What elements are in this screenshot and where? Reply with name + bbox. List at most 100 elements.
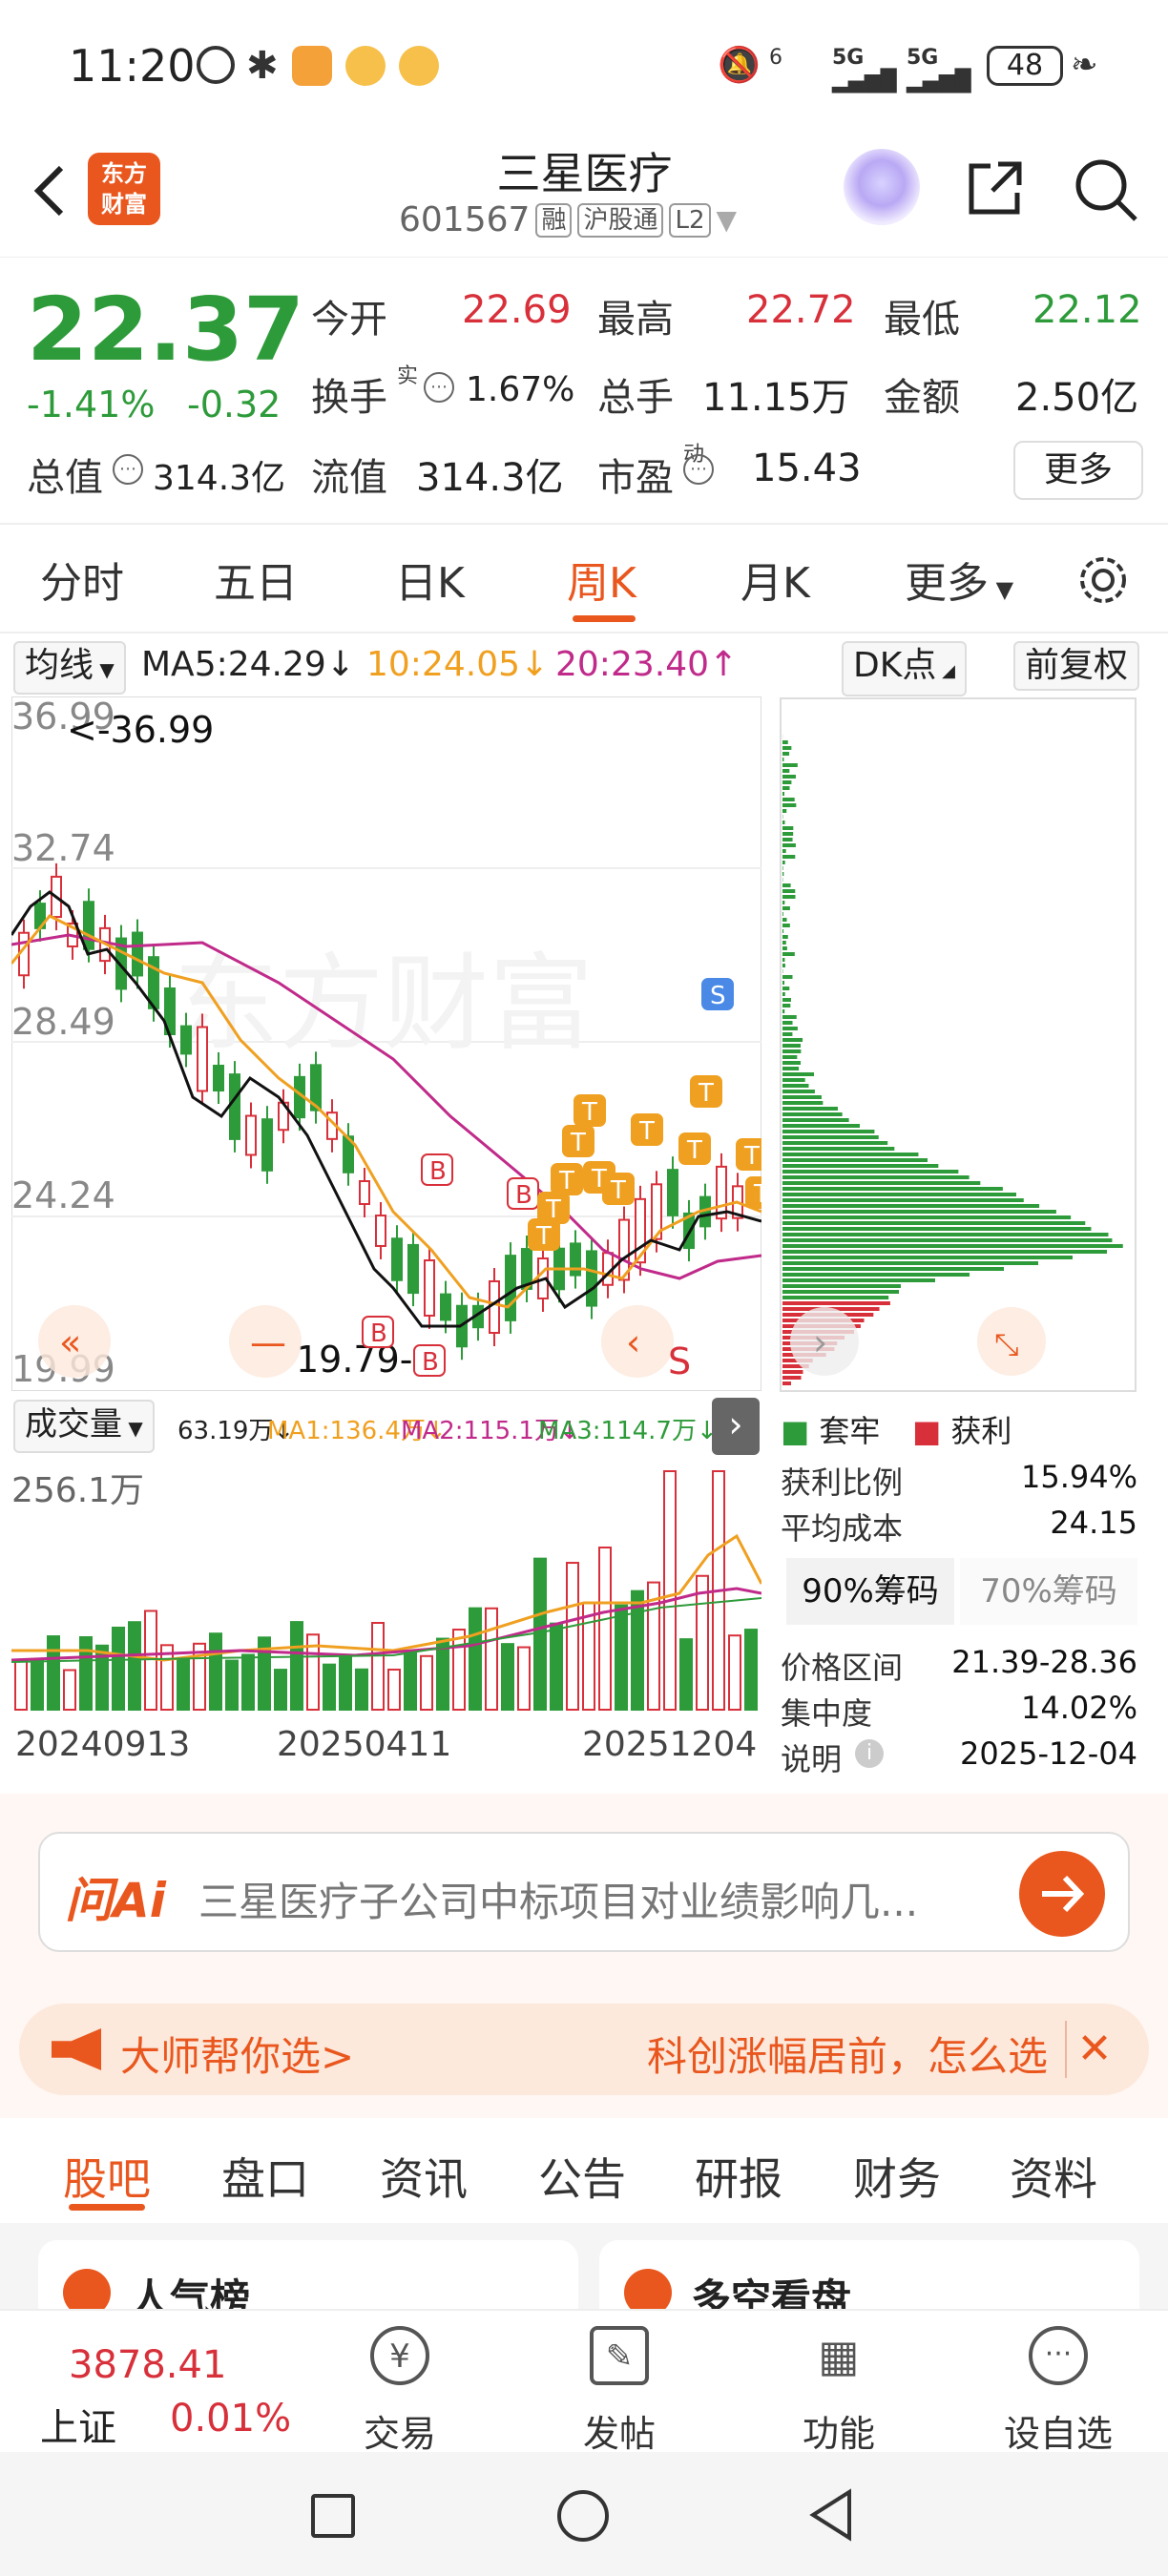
chip-bar <box>782 1227 1092 1231</box>
tab-five-day[interactable]: 五日 <box>214 549 298 610</box>
popularity-card[interactable]: 人气榜 <box>38 2240 578 2322</box>
sim1-label: 5G <box>832 46 865 70</box>
bottom-toolbar: 3878.41 上证 0.01% ¥ 交易 ✎ 发帖 ▦ 功能 ··· 设自选 <box>0 2309 1168 2455</box>
volume-bar <box>566 1562 579 1711</box>
trade-button[interactable]: ¥ 交易 <box>328 2311 471 2455</box>
info-icon[interactable]: ⋯ <box>683 454 714 485</box>
indicator-selector[interactable]: 成交量 ▼ <box>13 1400 155 1453</box>
back-icon[interactable] <box>27 162 74 219</box>
ma-selector[interactable]: 均线 ▼ <box>13 641 126 695</box>
tab-announcements[interactable]: 公告 <box>538 2145 626 2208</box>
tab-financials[interactable]: 财务 <box>853 2145 941 2208</box>
ma-row: 均线 ▼ MA5:24.29↓ 10:24.05↓ 20:23.40↑ DK点 … <box>0 637 1168 696</box>
candle-body <box>229 1073 240 1140</box>
settings-icon[interactable] <box>1074 551 1132 609</box>
tab-news[interactable]: 资讯 <box>380 2145 468 2208</box>
turnover-sup: 实 <box>397 364 419 388</box>
chip-bar <box>782 906 790 910</box>
signal-icon: 5G ▂▄▆█ <box>907 46 971 93</box>
arrow-right-icon[interactable] <box>1019 1851 1105 1937</box>
chip-bar <box>782 941 786 945</box>
info-icon[interactable]: ⋯ <box>424 372 454 403</box>
expand-icon: ⤡ <box>994 1326 1019 1362</box>
chip-bar <box>782 849 786 853</box>
tab-monthly-k[interactable]: 月K <box>740 549 810 610</box>
chip-bar <box>782 1261 1038 1265</box>
promo-left-text[interactable]: 大师帮你选> <box>120 2025 354 2083</box>
dk-point-button[interactable]: DK点 ◢ <box>842 641 967 696</box>
more-button[interactable]: 更多 <box>1013 441 1143 500</box>
share-icon[interactable] <box>964 156 1027 219</box>
chevron-down-icon[interactable]: ▼ <box>717 204 738 236</box>
chip-bar <box>782 1124 860 1128</box>
volume-bar <box>533 1557 547 1711</box>
close-icon[interactable]: ✕ <box>1065 2021 1122 2078</box>
ai-question-bar[interactable]: 问Ai 三星医疗子公司中标项目对业绩影响几... <box>38 1832 1130 1952</box>
tab-70-chips[interactable]: 70%筹码 <box>960 1558 1137 1625</box>
volume-chart[interactable]: 256.1万 20240913 <box>11 1460 761 1717</box>
chip-bar <box>782 1130 875 1133</box>
info-icon[interactable]: i <box>855 1739 884 1768</box>
tab-more[interactable]: 更多 ▼ <box>905 549 1013 610</box>
volume-bar <box>387 1668 401 1711</box>
chip-bar <box>782 1004 791 1008</box>
back-nav-icon[interactable] <box>807 2488 855 2542</box>
volume-bar <box>663 1470 677 1711</box>
chevron-right-icon[interactable]: › <box>712 1398 760 1455</box>
tab-orderbook[interactable]: 盘口 <box>221 2145 309 2208</box>
info-icon[interactable]: ⋯ <box>113 454 143 485</box>
index-ticker[interactable]: 3878.41 上证 0.01% <box>0 2311 315 2454</box>
promo-banner[interactable]: 大师帮你选> 科创涨幅居前，怎么选 ✕ <box>19 2004 1149 2095</box>
chip-bar <box>782 1015 797 1019</box>
candle-body <box>505 1255 516 1321</box>
tab-90-chips[interactable]: 90%筹码 <box>786 1558 954 1625</box>
tab-daily-k[interactable]: 日K <box>395 549 465 610</box>
tab-intraday[interactable]: 分时 <box>40 549 124 610</box>
kline-chart[interactable]: 东方财富 36.99 32.74 28.49 24.24 19.99 <-36.… <box>11 696 761 1391</box>
robot-avatar[interactable] <box>844 149 920 225</box>
promo-right-text[interactable]: 科创涨幅居前，怎么选 <box>647 2025 1053 2083</box>
volume-bar <box>79 1635 93 1712</box>
indicator-label: 成交量 <box>25 1405 122 1444</box>
volume-bar <box>550 1622 563 1712</box>
long-short-card[interactable]: 多空看盘 <box>599 2240 1139 2322</box>
chip-distribution-chart[interactable]: › ⤡ <box>779 696 1137 1393</box>
logo-text: 东方 <box>101 160 147 187</box>
volume-bar <box>241 1653 255 1712</box>
search-icon[interactable] <box>1073 156 1139 223</box>
candle-body <box>132 931 143 977</box>
chip-bar <box>782 998 791 1002</box>
level2-tag: L2 <box>669 202 711 238</box>
post-button[interactable]: ✎ 发帖 <box>548 2311 691 2455</box>
tab-research[interactable]: 研报 <box>695 2145 782 2208</box>
wifi-icon: 6 <box>769 46 809 86</box>
chip-bar <box>782 981 785 985</box>
candle-body <box>586 1250 597 1307</box>
chip-bar <box>782 1164 939 1168</box>
date-label: 20240913 <box>15 1725 191 1764</box>
add-watchlist-button[interactable]: ··· 设自选 <box>987 2311 1130 2455</box>
grid-icon: ▦ <box>818 2330 860 2381</box>
more-circle-icon: ··· <box>1029 2326 1088 2385</box>
candle-body <box>570 1242 581 1277</box>
chip-bar <box>782 1009 785 1013</box>
tab-forum[interactable]: 股吧 <box>63 2145 151 2208</box>
divider <box>0 632 1168 634</box>
chip-bar <box>782 1107 838 1111</box>
chip-bar <box>782 964 785 967</box>
volume-bar <box>452 1629 466 1711</box>
volume-bar <box>696 1574 709 1711</box>
chip-bar <box>782 855 796 859</box>
quote-panel: 22.37 -1.41% -0.32 今开 22.69 最高 22.72 最低 … <box>0 260 1168 522</box>
volume-bar <box>501 1643 514 1711</box>
chevron-left-icon: ‹ <box>626 1321 640 1363</box>
adjust-button[interactable]: 前复权 <box>1013 641 1140 691</box>
home-icon[interactable] <box>557 2490 609 2542</box>
functions-button[interactable]: ▦ 功能 <box>767 2311 910 2455</box>
watermark: 东方财富 <box>174 945 594 1063</box>
recents-icon[interactable] <box>311 2494 355 2538</box>
tab-profile[interactable]: 资料 <box>1010 2145 1097 2208</box>
trade-label: 交易 <box>363 2413 436 2455</box>
tab-weekly-k[interactable]: 周K <box>567 549 636 610</box>
chip-bar <box>782 1250 1107 1254</box>
